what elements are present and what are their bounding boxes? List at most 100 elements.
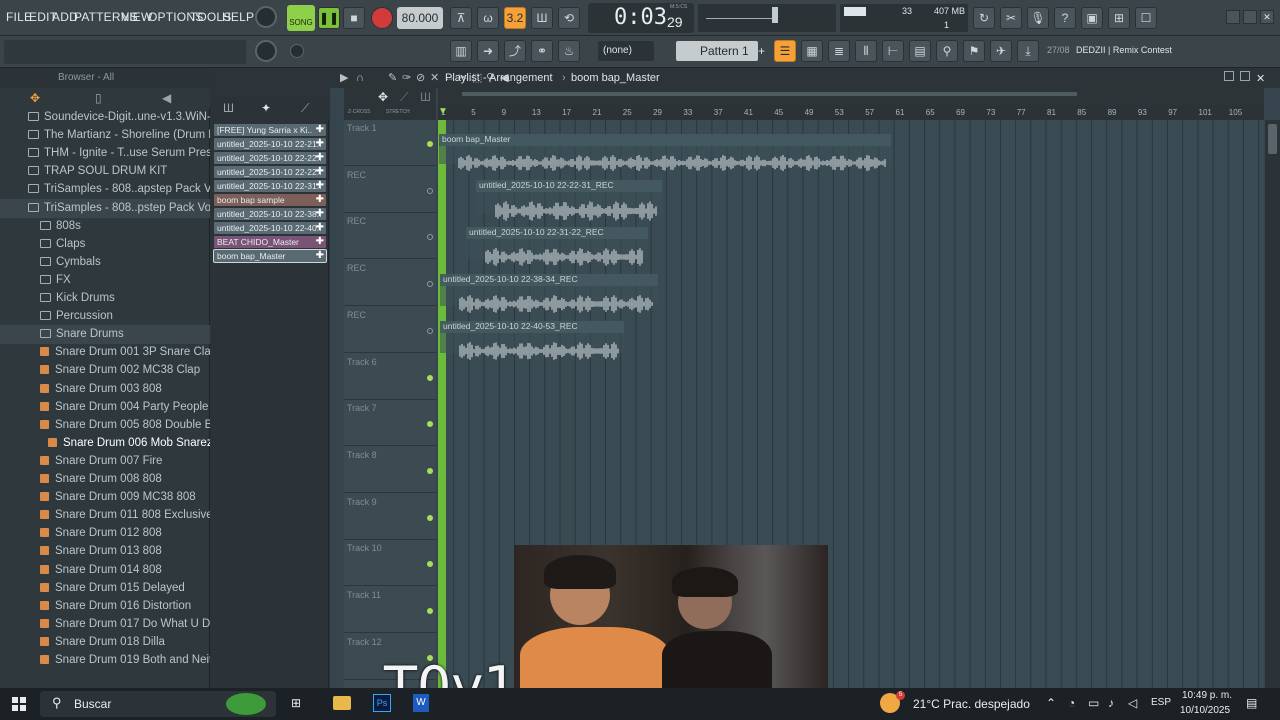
timeline-ruler[interactable]: 1 5 9 13 17 21 25 29 33 37 41 45 49 53 57 61 65 69 73 77 81 8… [438, 106, 1264, 120]
track-mute-led[interactable] [427, 141, 433, 147]
browser-folder[interactable]: Snare Drums [0, 325, 210, 345]
track-header[interactable]: Track 11 [344, 587, 436, 633]
browser-file[interactable]: Snare Drum 006 Mob Snarez [0, 434, 210, 453]
audio-clip[interactable]: untitled_2025-10-10 22-31-22_REC [466, 227, 648, 266]
bird-icon[interactable]: ✈ [990, 40, 1012, 62]
add-clip-icon[interactable]: ✚ [316, 250, 324, 262]
browser-file[interactable]: Snare Drum 017 Do What U Do [0, 615, 210, 634]
volume-icon[interactable]: ♪ [1108, 696, 1114, 710]
channel-rack-icon[interactable]: ≣ [828, 40, 850, 62]
playhead-line[interactable] [438, 120, 446, 688]
browser-file[interactable]: Snare Drum 014 808 [0, 561, 210, 580]
breadcrumb-pattern[interactable]: boom bap_Master [571, 68, 660, 88]
playlist-close-icon[interactable]: ✕ [1256, 69, 1265, 89]
pattern-none-select[interactable]: (none) [598, 41, 654, 61]
track-mute-led[interactable] [427, 187, 433, 194]
file-explorer-icon[interactable] [333, 696, 351, 710]
track-header[interactable]: REC [344, 213, 436, 260]
picker-clip[interactable]: [FREE] Yung Sarria x Ki.. ✚ [214, 124, 326, 136]
track-grid-icon[interactable]: Ш [420, 90, 431, 104]
browser-folder[interactable]: Percussion [0, 307, 210, 326]
add-clip-icon[interactable]: ✚ [316, 208, 324, 220]
pitch-icon[interactable] [290, 44, 304, 58]
add-clip-icon[interactable]: ✚ [316, 138, 324, 150]
language-indicator[interactable]: ESP [1151, 697, 1171, 708]
document-icon[interactable]: ▤ [909, 40, 931, 62]
picker-clip[interactable]: untitled_2025-10-10 22-38.. ✚ [214, 208, 326, 220]
playlist-arrow-icon[interactable]: ▶ [340, 68, 348, 88]
add-clip-icon[interactable]: ✚ [316, 152, 324, 164]
speaker-tray-icon[interactable]: ◁ [1128, 696, 1137, 710]
playhead-marker-icon[interactable]: ▼ [438, 106, 448, 117]
add-clip-icon[interactable]: ✚ [316, 222, 324, 234]
step-edit-icon[interactable]: Ш [531, 7, 553, 29]
browser-folder[interactable]: TRAP SOUL DRUM KIT [0, 162, 210, 181]
audio-clip[interactable]: boom bap_Master [439, 134, 891, 172]
speaker-icon[interactable]: ◀ [162, 91, 171, 105]
browser-file[interactable]: Snare Drum 003 808 [0, 380, 210, 399]
weather-text[interactable]: 21°C Prac. despejado [913, 697, 1030, 711]
add-clip-icon[interactable]: ✚ [316, 166, 324, 178]
countdown-icon[interactable]: 3.2 [504, 7, 526, 29]
save-icon[interactable]: ▣ [1081, 7, 1103, 29]
record-button[interactable] [371, 7, 393, 29]
audio-picker-icon[interactable]: ✦ [261, 101, 271, 115]
piano-roll-icon[interactable]: ▥ [450, 40, 472, 62]
browser-file[interactable]: Snare Drum 005 808 Double B1 [0, 416, 210, 435]
stamp-icon[interactable]: ♨ [558, 40, 580, 62]
scroll-thumb[interactable] [1268, 124, 1277, 154]
magnet-icon[interactable]: ∩ [356, 68, 364, 88]
browser-folder[interactable]: 808s [0, 217, 210, 236]
slide-icon[interactable]: ⤴ [504, 40, 526, 62]
download-icon[interactable]: ⤓ [1017, 40, 1039, 62]
restore-icon[interactable] [1243, 10, 1257, 24]
link-icon[interactable]: ⚭ [531, 40, 553, 62]
plugin-icon[interactable]: ⚲ [936, 40, 958, 62]
close-icon[interactable]: ✕ [1260, 10, 1274, 24]
picker-clip[interactable]: BEAT CHIDO_Master ✚ [214, 236, 326, 248]
picker-clip[interactable]: boom bap sample ✚ [214, 194, 326, 206]
browser-file[interactable]: Snare Drum 009 MC38 808 [0, 488, 210, 507]
browser-file[interactable]: Snare Drum 004 Party People [0, 398, 210, 417]
add-pattern-button[interactable]: + [758, 41, 770, 61]
browser-file[interactable]: Snare Drum 019 Both and Neither [0, 651, 210, 670]
task-view-icon[interactable]: ⊞ [291, 696, 301, 710]
automation-picker-icon[interactable]: ⟋ [301, 101, 309, 116]
mute-tool-icon[interactable]: ✕ [430, 68, 439, 88]
browser-folder[interactable]: Soundevice-Digit..une-v1.3.WiN-TCD [0, 108, 210, 127]
minimize-icon[interactable] [1226, 10, 1240, 24]
picker-clip[interactable]: untitled_2025-10-10 22-22.. ✚ [214, 152, 326, 164]
master-pitch-knob[interactable] [255, 40, 277, 62]
track-header[interactable]: Track 9 [344, 494, 436, 540]
track-mute-led[interactable] [427, 467, 433, 474]
track-mute-led[interactable] [427, 514, 433, 521]
audio-clip[interactable]: untitled_2025-10-10 22-38-34_REC [440, 274, 658, 313]
browser-file[interactable]: Snare Drum 015 Delayed [0, 579, 210, 598]
track-mute-led[interactable] [427, 281, 433, 288]
windows-start-icon[interactable] [12, 697, 26, 711]
picker-clip[interactable]: boom bap_Master ✚ [213, 249, 327, 263]
playlist-maximize-icon[interactable] [1240, 71, 1250, 81]
browser-folder[interactable]: Kick Drums [0, 289, 210, 308]
add-clip-icon[interactable]: ✚ [316, 194, 324, 206]
track-header[interactable]: REC [344, 167, 436, 213]
track-header[interactable]: Track 8 [344, 447, 436, 493]
pattern-selector[interactable]: Pattern 1 [676, 41, 758, 61]
browser-file[interactable]: Snare Drum 011 808 Exclusive [0, 506, 210, 525]
network-icon[interactable]: ◔ [1068, 696, 1075, 710]
browser-folder[interactable]: THM - Ignite - T..use Serum Presets [0, 144, 210, 163]
master-volume-knob[interactable] [255, 6, 277, 28]
loop-record-icon[interactable]: ⟲ [558, 7, 580, 29]
browser-folder[interactable]: TriSamples - 808..apstep Pack Vol 1 [0, 180, 210, 199]
track-mute-led[interactable] [427, 327, 433, 334]
metronome-icon[interactable]: ⊼ [450, 7, 472, 29]
playlist-minimize-icon[interactable] [1224, 71, 1234, 81]
pattern-picker-icon[interactable]: Ш [223, 101, 234, 115]
track-header[interactable]: Track 10 [344, 540, 436, 587]
stop-button[interactable]: ■ [343, 7, 365, 29]
snap-icon[interactable]: ✥ [30, 91, 40, 105]
track-header[interactable]: REC [344, 307, 436, 353]
arrow-right-icon[interactable]: ➜ [477, 40, 499, 62]
mixer-view-icon[interactable]: ⫴ [855, 40, 877, 62]
delete-tool-icon[interactable]: ⊘ [416, 68, 425, 88]
